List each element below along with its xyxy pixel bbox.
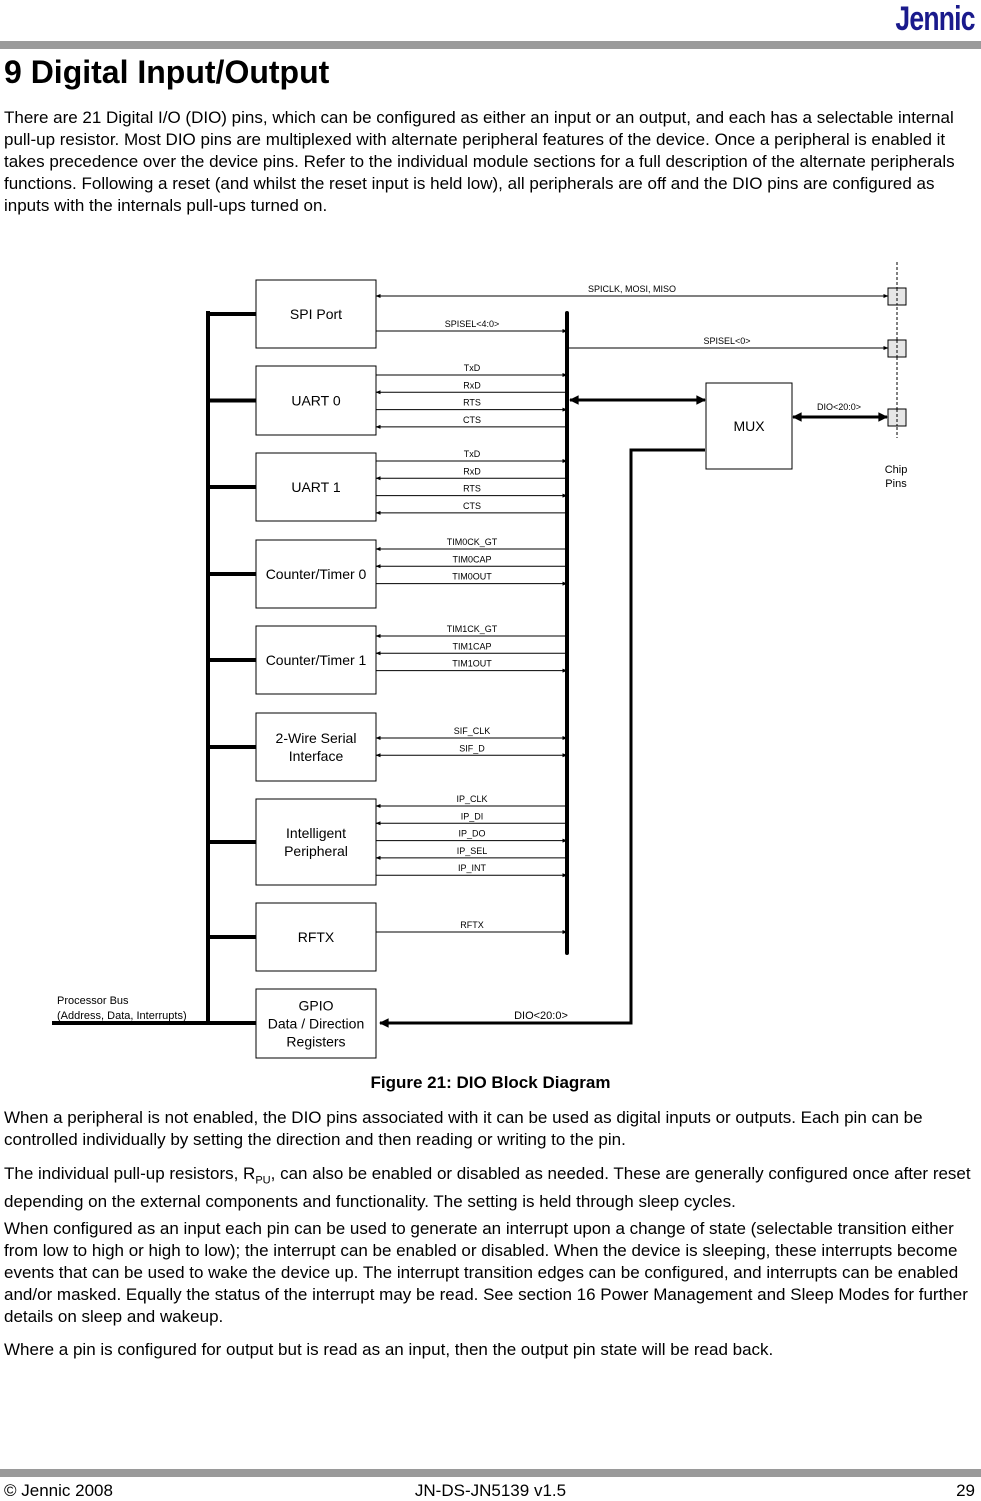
block-label: Counter/Timer 0 (266, 566, 367, 582)
signal-label: TIM0CK_GT (447, 537, 498, 547)
signal-label: IP_CLK (456, 794, 487, 804)
not-enabled-paragraph: When a peripheral is not enabled, the DI… (4, 1108, 923, 1149)
processor-bus-sublabel: (Address, Data, Interrupts) (57, 1010, 187, 1022)
spisel0-label: SPISEL<0> (703, 336, 750, 346)
gpio-dio-label: DIO<20:0> (514, 1010, 568, 1022)
signal-label: RxD (463, 466, 481, 476)
block-label: Peripheral (284, 843, 348, 859)
signal-label: TxD (464, 449, 481, 459)
interrupts-paragraph: When configured as an input each pin can… (4, 1219, 968, 1326)
signal-label: SIF_CLK (454, 726, 491, 736)
signal-label: CTS (463, 415, 481, 425)
signal-label: RTS (463, 484, 481, 494)
header-divider (0, 41, 981, 49)
block-label: Counter/Timer 1 (266, 652, 367, 668)
pullup-text-pre: The individual pull-up resistors, R (4, 1164, 256, 1183)
spisel-label: SPISEL<4:0> (445, 319, 500, 329)
block-label: Intelligent (286, 825, 346, 841)
signal-label: RxD (463, 380, 481, 390)
block-label: Data / Direction (268, 1016, 364, 1032)
readback-paragraph: Where a pin is configured for output but… (4, 1340, 774, 1359)
signal-label: TIM1CAP (452, 641, 491, 651)
block-label: UART 1 (291, 479, 340, 495)
spi-bus-label: SPICLK, MOSI, MISO (588, 284, 676, 294)
pullup-subscript: PU (255, 1174, 271, 1187)
signal-label: CTS (463, 501, 481, 511)
signal-label: IP_DO (458, 829, 485, 839)
chip-pins-label: Pins (885, 478, 907, 490)
block-label: UART 0 (291, 393, 340, 409)
block-label: Interface (289, 748, 344, 764)
block-intelligent-peripheral (255, 798, 377, 886)
pullup-paragraph: The individual pull-up resistors, RPU, c… (4, 1163, 974, 1213)
processor-bus-label: Processor Bus (57, 995, 129, 1007)
section-title: 9 Digital Input/Output (4, 54, 330, 90)
footer-divider (0, 1469, 981, 1477)
footer-page-number: 29 (956, 1481, 975, 1500)
signal-label: IP_SEL (457, 846, 488, 856)
signal-label: TIM0OUT (452, 572, 492, 582)
signal-label: IP_INT (458, 863, 487, 873)
mux-dio-label: DIO<20:0> (817, 402, 861, 412)
block-2-wire-serial-interface (255, 712, 377, 782)
signal-label: RTS (463, 398, 481, 408)
block-label: RFTX (298, 929, 335, 945)
signal-label: TIM1OUT (452, 659, 492, 669)
mux-label: MUX (733, 418, 765, 434)
dio-block-diagram: SPI Port UART 0 TxD RxD RTS CTS UART 1 TxD RxD RT… (52, 262, 908, 1059)
signal-label: IP_DI (461, 811, 484, 821)
block-label: SPI Port (290, 306, 342, 322)
signal-label: SIF_D (459, 743, 485, 753)
chip-pins-label: Chip (885, 464, 908, 476)
block-label: 2-Wire Serial (276, 730, 357, 746)
signal-label: RFTX (460, 920, 484, 930)
footer-doc-id: JN-DS-JN5139 v1.5 (414, 1481, 567, 1500)
intro-paragraph: There are 21 Digital I/O (DIO) pins, whi… (4, 108, 955, 215)
signal-label: TxD (464, 363, 481, 373)
block-label: Registers (286, 1034, 345, 1050)
jennic-logo: Jennic (895, 0, 976, 38)
figure-caption: Figure 21: DIO Block Diagram (370, 1073, 611, 1092)
signal-label: TIM0CAP (452, 554, 491, 564)
mux-gpio-connection (379, 448, 705, 1028)
block-label: GPIO (298, 998, 333, 1014)
signal-label: TIM1CK_GT (447, 624, 498, 634)
